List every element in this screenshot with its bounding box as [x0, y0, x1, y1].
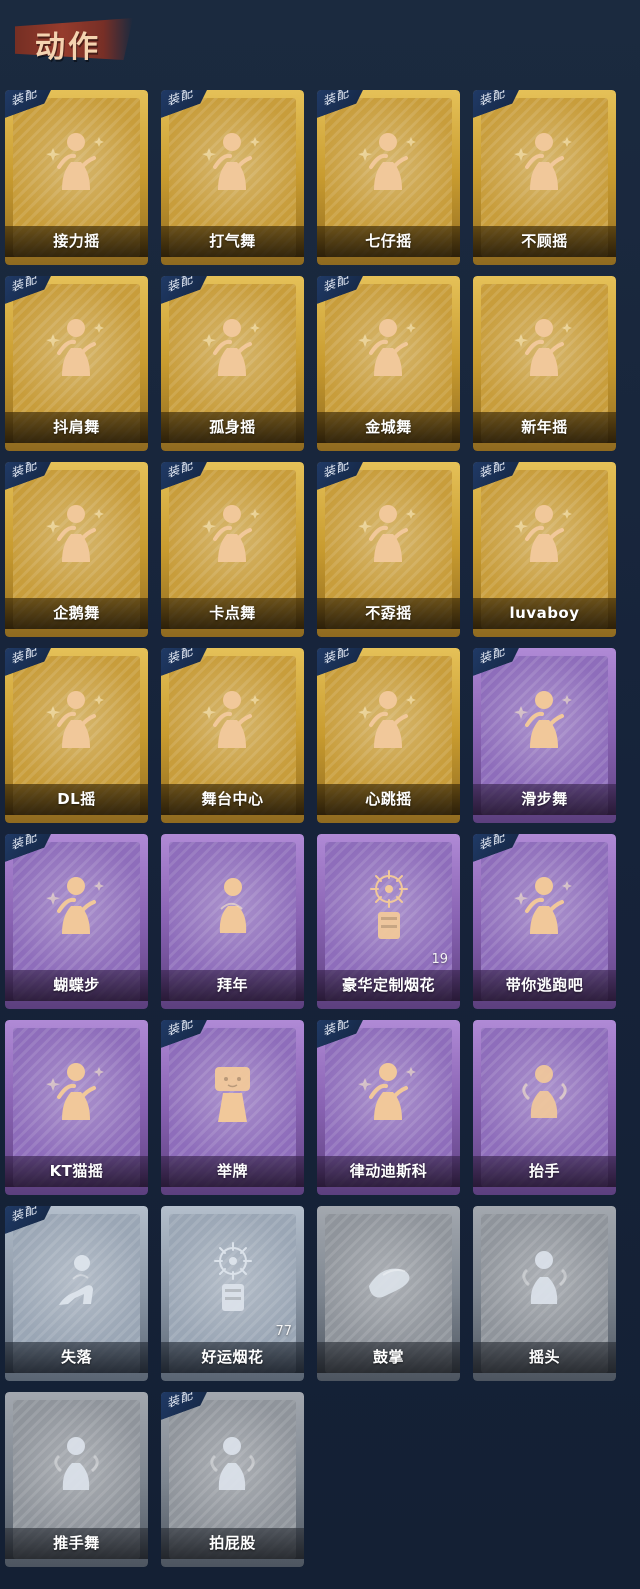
- dance-pose-icon: [357, 497, 420, 572]
- emote-name: 带你逃跑吧: [473, 970, 616, 1001]
- emote-card[interactable]: 装配 企鹅舞: [5, 462, 148, 637]
- emote-card[interactable]: 摇头: [473, 1206, 616, 1381]
- dance-pose-icon: [357, 311, 420, 386]
- emote-card[interactable]: 装配 心跳摇: [317, 648, 460, 823]
- emote-card[interactable]: 装配 失落: [5, 1206, 148, 1381]
- emote-card[interactable]: 鼓掌: [317, 1206, 460, 1381]
- emote-card[interactable]: 装配 不孬摇: [317, 462, 460, 637]
- emote-name: 不孬摇: [317, 598, 460, 629]
- emote-name: 蝴蝶步: [5, 970, 148, 1001]
- emote-collection-page: 动作 装配 接力摇 装配 打气舞 装配 七仔摇 装配 不顾摇 装配 抖肩舞 装配…: [0, 0, 640, 1589]
- emote-card[interactable]: 装配 蝴蝶步: [5, 834, 148, 1009]
- crouch-pose-icon: [45, 1241, 108, 1316]
- emote-card[interactable]: 装配 接力摇: [5, 90, 148, 265]
- emote-card[interactable]: 装配 孤身摇: [161, 276, 304, 451]
- emote-card[interactable]: 装配 七仔摇: [317, 90, 460, 265]
- dance-pose-icon: [201, 497, 264, 572]
- emote-card[interactable]: 装配 DL摇: [5, 648, 148, 823]
- dance-pose-icon: [357, 1055, 420, 1130]
- emote-card[interactable]: 装配 滑步舞: [473, 648, 616, 823]
- emote-name: 不顾摇: [473, 226, 616, 257]
- emote-name: 摇头: [473, 1342, 616, 1373]
- dance-pose-icon: [45, 497, 108, 572]
- emote-name: 拍屁股: [161, 1528, 304, 1559]
- greeting-pose-icon: [201, 869, 264, 944]
- emote-name: 抬手: [473, 1156, 616, 1187]
- dance-pose-icon: [513, 125, 576, 200]
- dance-pose-icon: [201, 311, 264, 386]
- shake-head-icon: [513, 1241, 576, 1316]
- emote-name: 孤身摇: [161, 412, 304, 443]
- section-title: 动作: [35, 30, 101, 65]
- emote-card[interactable]: 装配 卡点舞: [161, 462, 304, 637]
- emote-name: 金城舞: [317, 412, 460, 443]
- emote-name: 拜年: [161, 970, 304, 1001]
- emote-card[interactable]: 装配 不顾摇: [473, 90, 616, 265]
- emote-card[interactable]: 拜年: [161, 834, 304, 1009]
- emote-name: 好运烟花: [161, 1342, 304, 1373]
- dance-pose-icon: [45, 311, 108, 386]
- emote-card[interactable]: 新年摇: [473, 276, 616, 451]
- dance-pose-icon: [513, 869, 576, 944]
- dance-pose-icon: [45, 683, 108, 758]
- emote-name: 举牌: [161, 1156, 304, 1187]
- dance-pose-icon: [357, 683, 420, 758]
- item-count: 19: [431, 952, 448, 967]
- fireworks-icon: [201, 1241, 264, 1316]
- emote-name: 滑步舞: [473, 784, 616, 815]
- emote-name: 抖肩舞: [5, 412, 148, 443]
- dance-pose-icon: [201, 125, 264, 200]
- fireworks-icon: [357, 869, 420, 944]
- emote-name: 卡点舞: [161, 598, 304, 629]
- dance-pose-icon: [513, 497, 576, 572]
- emote-card[interactable]: 装配 luvaboy: [473, 462, 616, 637]
- emote-name: 打气舞: [161, 226, 304, 257]
- emote-card[interactable]: 推手舞: [5, 1392, 148, 1567]
- sign-pose-icon: [201, 1055, 264, 1130]
- emote-name: 律动迪斯科: [317, 1156, 460, 1187]
- section-header: 动作: [5, 8, 135, 70]
- pat-pose-icon: [201, 1427, 264, 1502]
- item-count: 77: [275, 1324, 292, 1339]
- emote-grid: 装配 接力摇 装配 打气舞 装配 七仔摇 装配 不顾摇 装配 抖肩舞 装配 孤身…: [5, 90, 635, 1580]
- dance-pose-icon: [45, 869, 108, 944]
- emote-name: 推手舞: [5, 1528, 148, 1559]
- emote-card[interactable]: KT猫摇: [5, 1020, 148, 1195]
- emote-name: 豪华定制烟花: [317, 970, 460, 1001]
- emote-card[interactable]: 装配 拍屁股: [161, 1392, 304, 1567]
- emote-name: KT猫摇: [5, 1156, 148, 1187]
- emote-name: 失落: [5, 1342, 148, 1373]
- dance-pose-icon: [45, 125, 108, 200]
- emote-card[interactable]: 装配 舞台中心: [161, 648, 304, 823]
- dance-pose-icon: [513, 683, 576, 758]
- emote-name: 企鹅舞: [5, 598, 148, 629]
- emote-card[interactable]: 抬手: [473, 1020, 616, 1195]
- emote-name: 新年摇: [473, 412, 616, 443]
- emote-card[interactable]: 装配 律动迪斯科: [317, 1020, 460, 1195]
- emote-card[interactable]: 装配 金城舞: [317, 276, 460, 451]
- emote-name: luvaboy: [473, 598, 616, 629]
- emote-name: 七仔摇: [317, 226, 460, 257]
- dance-pose-icon: [513, 311, 576, 386]
- emote-card[interactable]: 装配 带你逃跑吧: [473, 834, 616, 1009]
- raise-hand-icon: [513, 1055, 576, 1130]
- push-hand-icon: [45, 1427, 108, 1502]
- emote-card[interactable]: 19 豪华定制烟花: [317, 834, 460, 1009]
- emote-card[interactable]: 77 好运烟花: [161, 1206, 304, 1381]
- dance-pose-icon: [201, 683, 264, 758]
- emote-card[interactable]: 装配 举牌: [161, 1020, 304, 1195]
- emote-name: 鼓掌: [317, 1342, 460, 1373]
- emote-name: 心跳摇: [317, 784, 460, 815]
- emote-name: 舞台中心: [161, 784, 304, 815]
- emote-card[interactable]: 装配 抖肩舞: [5, 276, 148, 451]
- dance-pose-icon: [357, 125, 420, 200]
- emote-card[interactable]: 装配 打气舞: [161, 90, 304, 265]
- dance-pose-icon: [45, 1055, 108, 1130]
- clap-icon: [357, 1241, 420, 1316]
- emote-name: DL摇: [5, 784, 148, 815]
- emote-name: 接力摇: [5, 226, 148, 257]
